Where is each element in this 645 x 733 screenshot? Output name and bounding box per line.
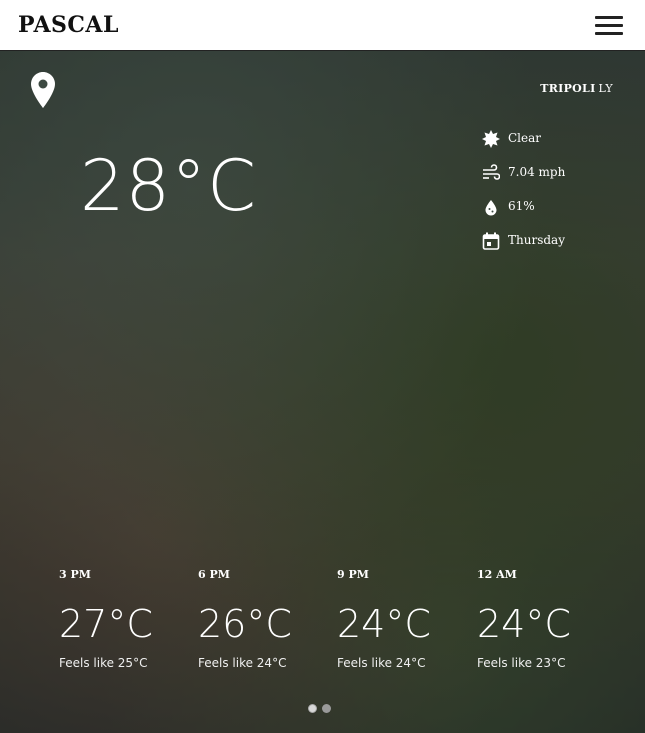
- calendar-icon: [482, 232, 500, 250]
- forecast-feels-like: Feels like 24°C: [337, 656, 426, 670]
- pager-dot-2[interactable]: [322, 704, 331, 713]
- humidity-value: 61%: [508, 199, 535, 213]
- weather-background: TRIPOLI LY 28°C Clear 7.04 mph 61% Thurs…: [0, 51, 645, 733]
- forecast-time: 9 PM: [337, 568, 369, 581]
- forecast-item: 3 PM 27°C Feels like 25°C: [59, 568, 179, 670]
- forecast-time: 6 PM: [198, 568, 230, 581]
- sun-icon: [482, 130, 500, 148]
- day-label: Thursday: [508, 233, 565, 247]
- carousel-pager: [308, 698, 336, 717]
- location-label: TRIPOLI LY: [540, 82, 613, 95]
- forecast-item: 9 PM 24°C Feels like 24°C: [337, 568, 457, 670]
- forecast-item: 12 AM 24°C Feels like 23°C: [477, 568, 597, 670]
- forecast-time: 12 AM: [477, 568, 517, 581]
- city-name: TRIPOLI: [540, 82, 596, 95]
- forecast-time: 3 PM: [59, 568, 91, 581]
- wind-speed: 7.04 mph: [508, 165, 566, 179]
- brand-logo[interactable]: PASCAL: [18, 12, 119, 38]
- humidity-drop-icon: [485, 200, 497, 216]
- location-pin-icon[interactable]: [31, 72, 55, 108]
- forecast-feels-like: Feels like 24°C: [198, 656, 287, 670]
- wind-icon: [483, 164, 500, 180]
- forecast-item: 6 PM 26°C Feels like 24°C: [198, 568, 318, 670]
- forecast-temp: 24°C: [337, 602, 431, 646]
- app-header: PASCAL: [0, 0, 645, 51]
- pager-dot-1[interactable]: [308, 704, 317, 713]
- forecast-temp: 27°C: [59, 602, 153, 646]
- hamburger-menu-icon[interactable]: [595, 16, 623, 36]
- forecast-feels-like: Feels like 25°C: [59, 656, 148, 670]
- forecast-temp: 26°C: [198, 602, 292, 646]
- forecast-feels-like: Feels like 23°C: [477, 656, 566, 670]
- current-temperature: 28°C: [80, 145, 257, 227]
- country-code: LY: [598, 82, 613, 95]
- forecast-temp: 24°C: [477, 602, 571, 646]
- condition-label: Clear: [508, 131, 542, 145]
